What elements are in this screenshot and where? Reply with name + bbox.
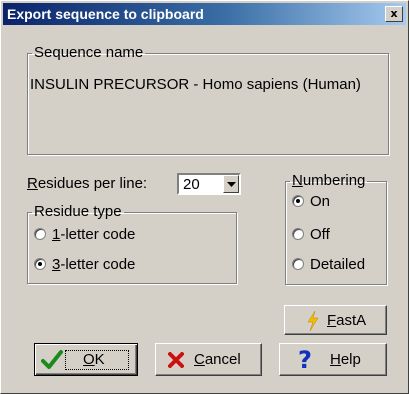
cancel-label: Cancel [194,351,241,368]
dropdown-button[interactable] [223,175,239,193]
radio-indicator [292,228,304,240]
numbering-legend: Numbering [292,172,366,189]
radio-numbering-on[interactable]: On [292,193,330,211]
cancel-button[interactable]: Cancel [155,343,262,376]
sequence-name-value: INSULIN PRECURSOR - Homo sapiens (Human) [30,76,361,93]
question-icon: ? [298,346,312,374]
close-icon: x [390,7,398,20]
radio-1-letter-code[interactable]: 1-letter code [34,226,135,244]
ok-label: OK [83,351,105,368]
window-title: Export sequence to clipboard [7,6,204,22]
radio-3-letter-code[interactable]: 3-letter code [34,256,135,274]
fasta-button[interactable]: FastA [284,305,387,335]
sequence-name-legend: Sequence name [34,44,144,61]
chevron-down-icon [227,182,236,187]
radio-indicator [34,258,46,270]
fasta-label: FastA [327,312,367,329]
help-button[interactable]: ? Help [279,343,387,376]
x-icon [168,352,184,368]
residues-per-line-select[interactable]: 20 [177,173,241,195]
export-dialog: Export sequence to clipboard x Sequence … [0,0,409,394]
radio-numbering-detailed[interactable]: Detailed [292,256,365,274]
sequence-name-group: Sequence name INSULIN PRECURSOR - Homo s… [27,45,389,155]
residues-per-line-value: 20 [183,176,200,193]
radio-indicator [34,228,46,240]
residue-type-legend: Residue type [34,203,122,220]
help-label: Help [330,351,361,368]
radio-indicator [292,258,304,270]
ok-button[interactable]: OK [34,343,138,376]
radio-indicator [292,195,304,207]
close-button[interactable]: x [385,6,403,22]
residues-per-line-label: Residues per line: [27,175,148,192]
title-bar[interactable]: Export sequence to clipboard x [3,3,406,25]
lightning-icon [307,311,319,331]
radio-numbering-off[interactable]: Off [292,226,330,244]
checkmark-icon [41,350,63,369]
